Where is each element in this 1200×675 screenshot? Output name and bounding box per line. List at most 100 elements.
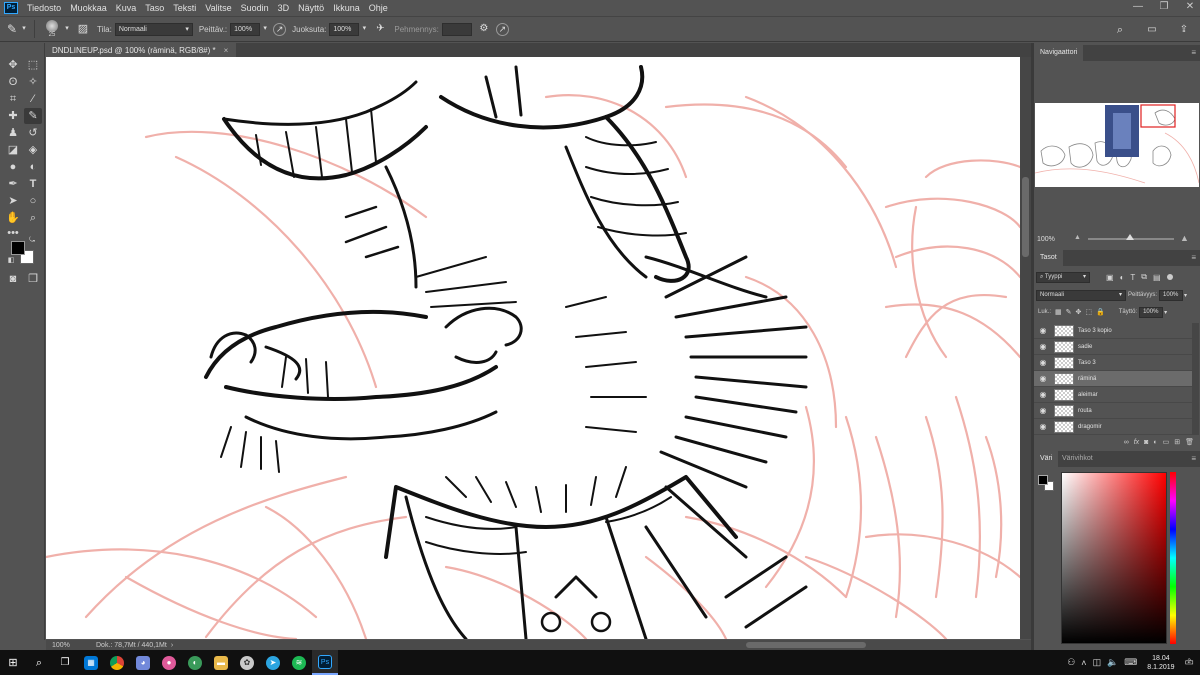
taskbar-chrome[interactable]	[104, 650, 130, 675]
taskbar-store[interactable]: ▦	[78, 650, 104, 675]
layer-style-icon[interactable]: fx	[1134, 439, 1139, 446]
chevron-up-icon[interactable]: ˄	[1081, 658, 1086, 668]
taskbar-photoshop[interactable]: Ps	[312, 650, 338, 675]
tab-layers[interactable]: Tasot	[1034, 250, 1063, 266]
visibility-eye-icon[interactable]: ◉	[1036, 342, 1050, 351]
taskbar-discord[interactable]: ◕	[130, 650, 156, 675]
zoom-in-icon[interactable]: ▲	[1180, 233, 1189, 243]
brush-tool-icon[interactable]: ✎	[24, 108, 42, 124]
panel-menu-icon[interactable]: ≡	[1191, 45, 1196, 61]
search-button[interactable]: ⌕	[26, 650, 52, 675]
history-brush-tool-icon[interactable]: ↺	[24, 125, 42, 141]
visibility-eye-icon[interactable]: ◉	[1036, 390, 1050, 399]
document-tab[interactable]: DNDLINEUP.psd @ 100% (räminä, RGB/8#) * …	[46, 43, 237, 57]
language-icon[interactable]: ⌨	[1124, 657, 1137, 668]
new-group-icon[interactable]: ▭	[1163, 438, 1170, 446]
layer-row[interactable]: ◉ Taso 3	[1034, 355, 1192, 371]
close-icon[interactable]: ×	[224, 46, 229, 55]
visibility-eye-icon[interactable]: ◉	[1036, 422, 1050, 431]
move-tool-icon[interactable]: ✥	[4, 57, 22, 73]
panel-menu-icon[interactable]: ≡	[1191, 250, 1196, 266]
minimize-icon[interactable]: —	[1132, 1, 1144, 13]
close-icon[interactable]: ✕	[1184, 1, 1196, 13]
eyedropper-tool-icon[interactable]: ⁄	[24, 91, 42, 107]
paint-bucket-tool-icon[interactable]: ◈	[24, 142, 42, 158]
menu-view[interactable]: Näyttö	[295, 3, 330, 13]
flow-input[interactable]: 100%	[329, 22, 360, 36]
people-icon[interactable]: ⚇	[1067, 657, 1075, 668]
taskbar-file-explorer[interactable]: ▬	[208, 650, 234, 675]
chevron-down-icon[interactable]: ▾	[1164, 309, 1167, 316]
menu-3d[interactable]: 3D	[275, 3, 296, 13]
hue-slider[interactable]	[1170, 472, 1176, 644]
lock-all-icon[interactable]: 🔒	[1096, 308, 1105, 316]
layer-row-selected[interactable]: ◉ räminä	[1034, 371, 1192, 387]
menu-help[interactable]: Ohje	[366, 3, 394, 13]
menu-layer[interactable]: Taso	[142, 3, 170, 13]
clone-stamp-tool-icon[interactable]: ♟	[4, 125, 22, 141]
swap-colors-icon[interactable]: ⤿	[27, 236, 37, 246]
path-selection-tool-icon[interactable]: ➤	[4, 193, 22, 209]
chevron-down-icon[interactable]: ▾	[20, 21, 28, 37]
status-zoom[interactable]: 100%	[46, 642, 86, 649]
marquee-tool-icon[interactable]: ⬚	[24, 57, 42, 73]
visibility-eye-icon[interactable]: ◉	[1036, 374, 1050, 383]
mode-select[interactable]: Normaali ▾	[114, 22, 193, 36]
brush-size-picker[interactable]: 25	[41, 20, 63, 38]
lock-pixels-icon[interactable]: ✎	[1066, 308, 1072, 316]
filter-toggle-icon[interactable]	[1166, 274, 1173, 280]
menu-filter[interactable]: Suodin	[238, 3, 275, 13]
vertical-scrollbar-thumb[interactable]	[1022, 177, 1029, 257]
brush-settings-panel-icon[interactable]: ▨	[75, 21, 91, 37]
zoom-out-icon[interactable]: ▲	[1074, 234, 1081, 241]
panel-menu-icon[interactable]: ≡	[1191, 451, 1196, 467]
link-layers-icon[interactable]: ∞	[1124, 439, 1129, 446]
layer-opacity-input[interactable]: 100%	[1159, 289, 1184, 301]
blur-tool-icon[interactable]: ●	[4, 159, 22, 175]
eraser-tool-icon[interactable]: ◪	[4, 142, 22, 158]
menu-type[interactable]: Teksti	[170, 3, 202, 13]
taskbar-paint[interactable]: ✿	[234, 650, 260, 675]
navigator-zoom-value[interactable]: 100%	[1034, 236, 1068, 243]
document-canvas[interactable]	[46, 57, 1020, 639]
task-view-button[interactable]: ❐	[52, 650, 78, 675]
filter-type-icon[interactable]: T	[1130, 273, 1135, 282]
color-spectrum-field[interactable]	[1061, 472, 1167, 644]
filter-pixel-icon[interactable]: ▣	[1106, 273, 1114, 282]
layer-kind-filter[interactable]: ⌕ Tyyppi ▾	[1036, 271, 1090, 283]
new-layer-icon[interactable]: ⊞	[1174, 438, 1180, 446]
layer-mask-icon[interactable]: ◙	[1144, 439, 1148, 446]
filter-shape-icon[interactable]: ⧉	[1141, 272, 1147, 282]
foreground-color-swatch[interactable]	[11, 241, 25, 255]
taskbar-app-pink[interactable]: ●	[156, 650, 182, 675]
filter-smart-object-icon[interactable]: ▤	[1153, 273, 1161, 282]
layer-row[interactable]: ◉ sadie	[1034, 339, 1192, 355]
dodge-tool-icon[interactable]: ◐	[24, 159, 42, 175]
zoom-slider-knob[interactable]	[1126, 234, 1134, 240]
chevron-right-icon[interactable]: ›	[171, 642, 173, 649]
menu-edit[interactable]: Muokkaa	[67, 3, 113, 13]
quick-mask-icon[interactable]: ◙	[4, 271, 22, 287]
search-icon[interactable]: ⌕	[1112, 22, 1128, 38]
restore-icon[interactable]: ❐	[1158, 1, 1170, 13]
tab-color[interactable]: Väri	[1034, 451, 1059, 467]
lock-transparent-icon[interactable]: ▦	[1055, 308, 1062, 316]
tab-navigator[interactable]: Navigaattori	[1034, 45, 1084, 61]
screen-mode-icon[interactable]: ❐	[24, 271, 42, 287]
type-tool-icon[interactable]: T	[24, 176, 42, 192]
taskbar-app-green[interactable]: ◐	[182, 650, 208, 675]
healing-brush-tool-icon[interactable]: ✚	[4, 108, 22, 124]
canvas-vertical-scrollbar[interactable]	[1020, 57, 1031, 639]
menu-select[interactable]: Valitse	[202, 3, 237, 13]
taskbar-telegram[interactable]: ➤	[260, 650, 286, 675]
gear-icon[interactable]: ⚙	[476, 21, 492, 37]
pressure-size-icon[interactable]: ↗	[495, 22, 509, 36]
lasso-tool-icon[interactable]: ʘ	[4, 74, 22, 90]
pen-tool-icon[interactable]: ✒	[4, 176, 22, 192]
chevron-down-icon[interactable]: ▾	[1184, 292, 1187, 299]
filter-adjustment-icon[interactable]: ◐	[1120, 273, 1125, 282]
chevron-down-icon[interactable]: ▾	[261, 21, 269, 37]
hand-tool-icon[interactable]: ✋	[4, 210, 22, 226]
tab-swatches[interactable]: Värivihkot	[1056, 451, 1099, 467]
layer-fill-input[interactable]: 100%	[1139, 306, 1164, 318]
